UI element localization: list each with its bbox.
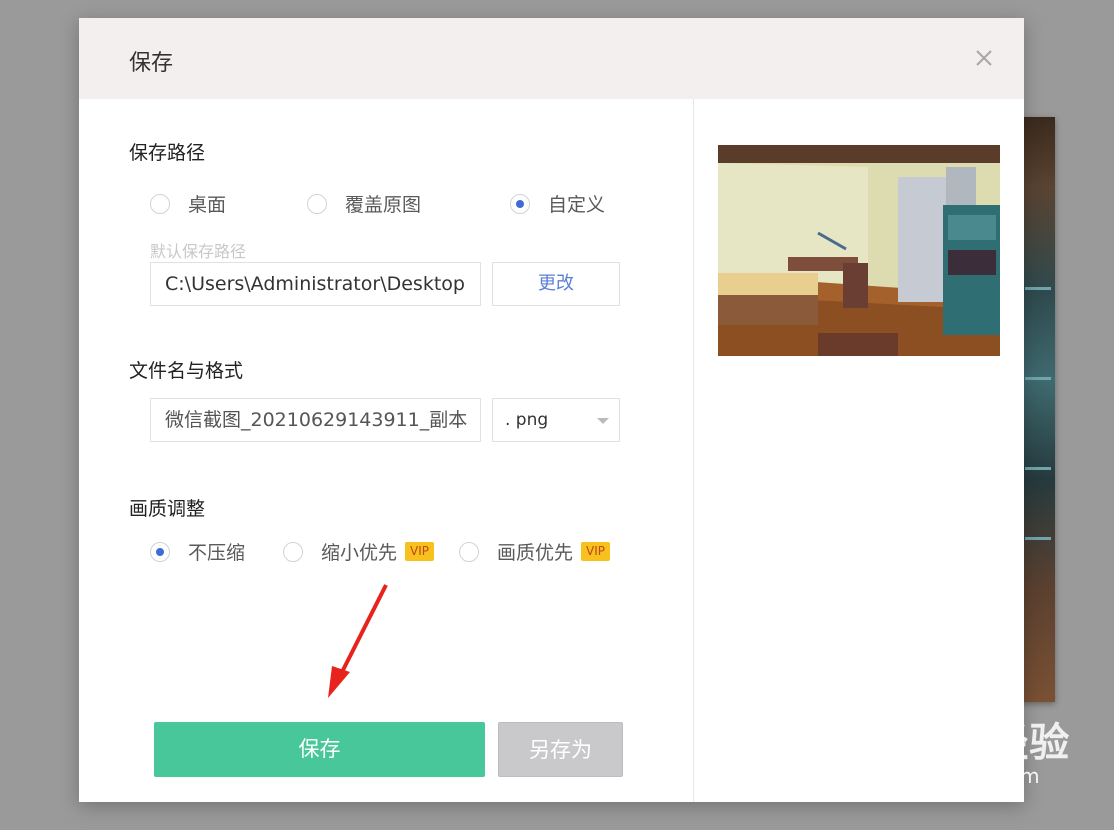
watermark-main: Baidu经验 <box>855 720 1071 766</box>
radio-circle-checked <box>510 193 530 214</box>
radio-size-priority[interactable]: 缩小优先 VIP <box>283 538 434 565</box>
format-select[interactable]: . png <box>492 398 620 442</box>
vertical-divider <box>693 99 694 802</box>
radio-no-compress[interactable]: 不压缩 <box>150 538 245 565</box>
save-dialog: 保存 保存路径 桌面 覆盖原图 自定义 默认保存路径 C:\Users\Admi… <box>79 18 1024 802</box>
format-value: . png <box>505 410 549 430</box>
radio-circle <box>459 541 479 562</box>
radio-custom-label: 自定义 <box>548 194 606 216</box>
default-path-hint: 默认保存路径 <box>150 242 247 261</box>
save-path-input[interactable]: C:\Users\Administrator\Desktop <box>150 262 481 306</box>
radio-overwrite[interactable]: 覆盖原图 <box>307 190 421 217</box>
radio-no-compress-label: 不压缩 <box>188 542 246 564</box>
dialog-header: 保存 <box>79 18 1024 99</box>
radio-quality-priority-label: 画质优先 <box>497 542 574 564</box>
filename-input[interactable]: 微信截图_20210629143911_副本 <box>150 398 481 442</box>
save-button[interactable]: 保存 <box>154 722 485 777</box>
radio-custom[interactable]: 自定义 <box>510 190 605 217</box>
quality-label: 画质调整 <box>129 498 206 520</box>
vip-badge: VIP <box>581 542 610 561</box>
radio-circle <box>150 193 170 214</box>
radio-overwrite-label: 覆盖原图 <box>345 194 422 216</box>
radio-circle <box>307 193 327 214</box>
annotation-arrow <box>328 584 388 698</box>
save-as-button[interactable]: 另存为 <box>498 722 623 777</box>
radio-size-priority-label: 缩小优先 <box>321 542 398 564</box>
preview-image <box>718 145 1000 356</box>
radio-circle <box>283 541 303 562</box>
dialog-title: 保存 <box>129 51 174 76</box>
save-path-label: 保存路径 <box>129 142 206 164</box>
baidu-watermark: Baidu经验 jingyan.baidu.com <box>855 710 1070 788</box>
vip-badge: VIP <box>405 542 434 561</box>
radio-desktop[interactable]: 桌面 <box>150 190 226 217</box>
change-path-button[interactable]: 更改 <box>492 262 620 306</box>
watermark-url: jingyan.baidu.com <box>855 764 1040 788</box>
radio-desktop-label: 桌面 <box>188 194 227 216</box>
filename-label: 文件名与格式 <box>129 360 244 382</box>
radio-circle-checked <box>150 541 170 562</box>
close-icon[interactable] <box>970 44 998 72</box>
chevron-down-icon <box>597 418 609 424</box>
radio-quality-priority[interactable]: 画质优先 VIP <box>459 538 610 565</box>
